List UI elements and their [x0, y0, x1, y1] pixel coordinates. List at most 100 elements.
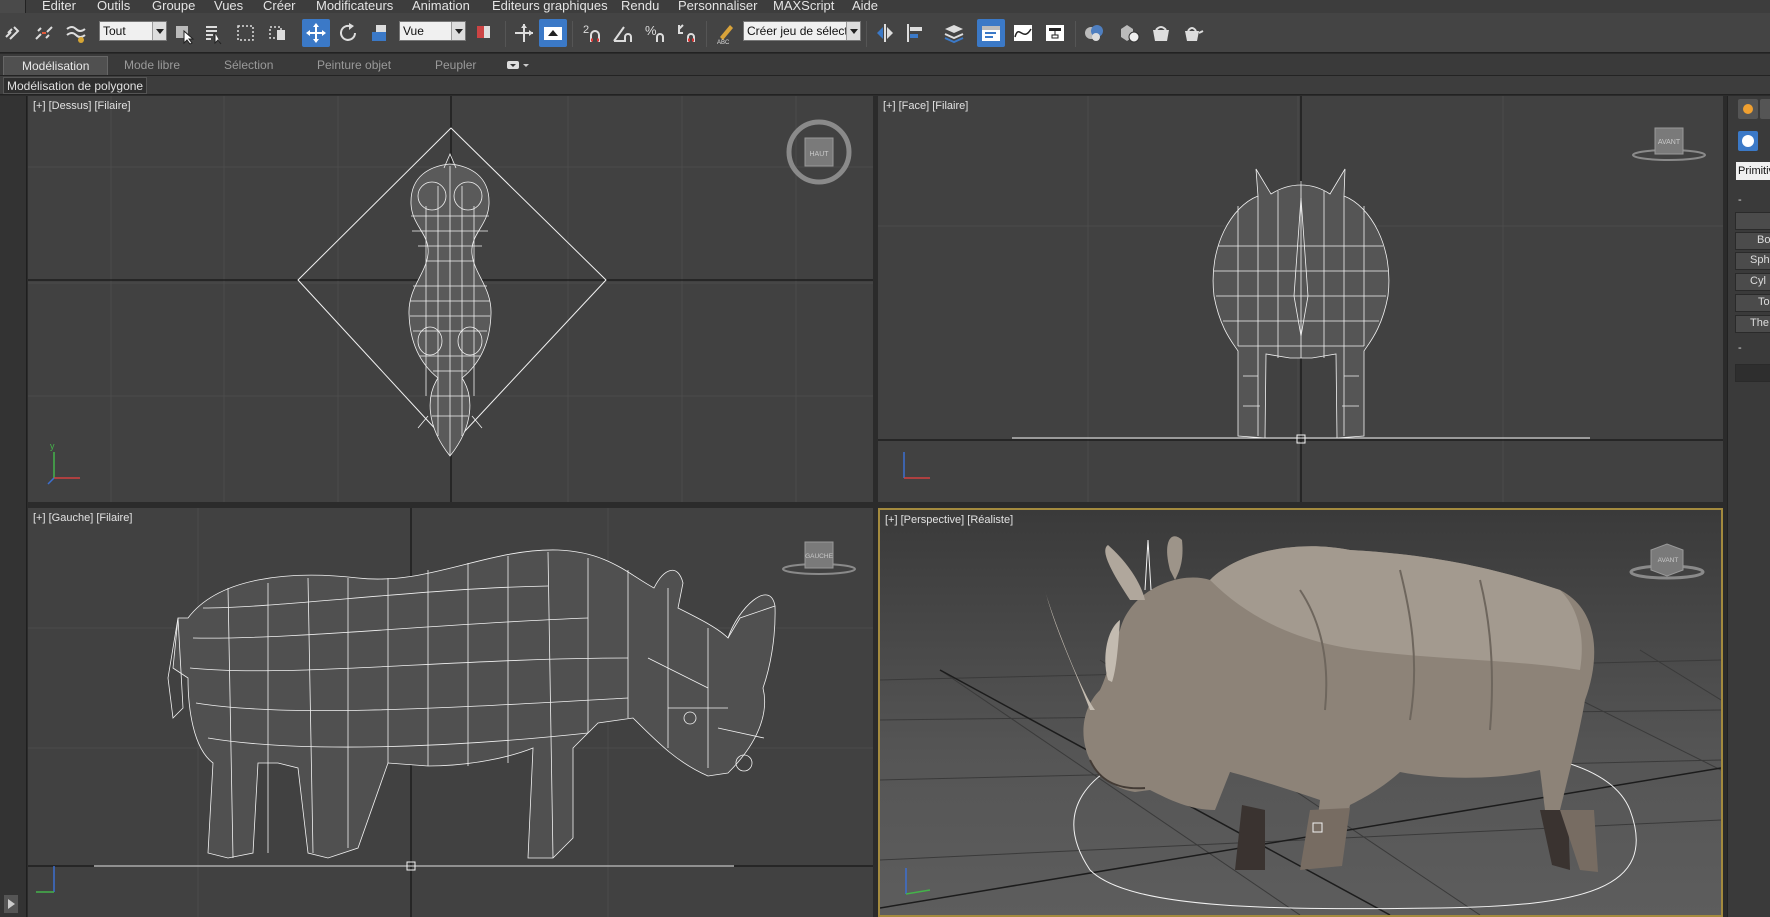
viewport-left[interactable]: [+] [Gauche] [Filaire] GAUCHE	[28, 508, 873, 917]
viewport-front-label[interactable]: [+] [Face] [Filaire]	[883, 100, 968, 112]
app-logo[interactable]	[0, 0, 26, 13]
toolbar-divider	[572, 21, 573, 47]
tab-selection[interactable]: Sélection	[206, 56, 291, 75]
viewport-menu-plus[interactable]: [+]	[33, 100, 46, 112]
render-production-icon[interactable]	[1180, 19, 1208, 47]
polygon-modeling-panel[interactable]: Modélisation de polygone	[3, 77, 148, 94]
viewport-perspective[interactable]: [+] [Perspective] [Réaliste] AVANT	[878, 508, 1723, 917]
rollout-collapse-icon[interactable]: -	[1738, 342, 1742, 354]
name-color-field[interactable]	[1735, 364, 1770, 382]
menu-editer[interactable]: Editer	[42, 0, 76, 13]
axis-tripod	[36, 866, 55, 893]
named-selection-dropdown[interactable]: Créer jeu de sélecti	[743, 21, 861, 41]
viewport-view-name[interactable]: [Gauche]	[49, 512, 94, 524]
window-crossing-icon[interactable]	[264, 19, 292, 47]
toolbar-divider	[1075, 21, 1076, 47]
viewcube-top[interactable]: HAUT	[783, 116, 855, 191]
ribbon-panel-bar: Modélisation de polygone	[0, 76, 1770, 95]
viewcube-front[interactable]: AVANT	[1629, 122, 1709, 175]
percent-snap-icon[interactable]: %	[641, 19, 669, 47]
viewport-shading-mode[interactable]: [Réaliste]	[967, 514, 1013, 526]
viewport-shading-mode[interactable]: [Filaire]	[96, 512, 132, 524]
sphere-button[interactable]: Sph	[1735, 252, 1770, 270]
viewcube-perspective[interactable]: AVANT	[1627, 538, 1707, 591]
menu-animation[interactable]: Animation	[412, 0, 470, 13]
scale-tool-icon[interactable]	[366, 19, 394, 47]
tab-mode-libre[interactable]: Mode libre	[106, 56, 198, 75]
link-icon[interactable]	[0, 19, 28, 47]
spinner-snap-icon[interactable]	[672, 19, 700, 47]
modify-tab-icon[interactable]	[1760, 99, 1770, 119]
keyboard-shortcut-override-icon[interactable]	[539, 19, 567, 47]
chevron-down-icon	[846, 22, 860, 40]
mirror-icon[interactable]	[871, 19, 899, 47]
sphere-button-label: Sph	[1750, 254, 1770, 266]
cylinder-button[interactable]: Cyl	[1735, 273, 1770, 291]
menu-personnaliser[interactable]: Personnaliser	[678, 0, 758, 13]
viewport-top-label[interactable]: [+] [Dessus] [Filaire]	[33, 100, 131, 112]
render-frame-window-icon[interactable]	[1147, 19, 1175, 47]
object-box-button[interactable]: Bo	[1735, 232, 1770, 250]
layer-manager-icon[interactable]	[940, 19, 968, 47]
select-by-name-icon[interactable]	[200, 19, 228, 47]
viewcube-front-label: AVANT	[1658, 139, 1681, 146]
ribbon-options-icon[interactable]	[506, 59, 530, 71]
align-icon[interactable]	[902, 19, 930, 47]
material-editor-icon[interactable]	[1080, 19, 1108, 47]
menu-rendu[interactable]: Rendu	[621, 0, 659, 13]
viewport-menu-plus[interactable]: [+]	[885, 514, 898, 526]
menu-groupe[interactable]: Groupe	[152, 0, 195, 13]
viewcube-left[interactable]: GAUCHE	[779, 536, 859, 589]
menu-modificateurs[interactable]: Modificateurs	[316, 0, 393, 13]
tab-peupler[interactable]: Peupler	[417, 56, 494, 75]
viewport-menu-plus[interactable]: [+]	[33, 512, 46, 524]
viewport-front[interactable]: [+] [Face] [Filaire] AVANT	[878, 96, 1723, 502]
angle-snap-icon[interactable]	[609, 19, 637, 47]
rect-selection-region-icon[interactable]	[232, 19, 260, 47]
teapot-button[interactable]: The	[1735, 315, 1770, 333]
torus-button[interactable]: To	[1735, 294, 1770, 312]
curve-editor-icon[interactable]	[1009, 19, 1037, 47]
scene-explorer-icon[interactable]	[977, 19, 1005, 47]
viewport-top[interactable]: y [+] [Dessus] [Filaire] HAUT	[28, 96, 873, 502]
object-type-dropdown[interactable]: Primitiv	[1736, 162, 1770, 180]
move-tool-icon[interactable]	[302, 19, 330, 47]
edit-named-selection-icon[interactable]: ABC	[712, 19, 740, 47]
named-selection-value: Créer jeu de sélecti	[747, 24, 851, 38]
teapot-button-label: The	[1750, 317, 1769, 329]
menu-maxscript[interactable]: MAXScript	[773, 0, 834, 13]
menu-editeurs-graphiques[interactable]: Editeurs graphiques	[492, 0, 608, 13]
render-setup-icon[interactable]	[1115, 19, 1143, 47]
rollout-collapse-icon[interactable]: -	[1738, 194, 1742, 206]
manipulate-icon[interactable]	[510, 19, 538, 47]
snaps-toggle-icon[interactable]: 2	[578, 19, 606, 47]
viewport-view-name[interactable]: [Perspective]	[901, 514, 965, 526]
expand-arrow-icon[interactable]	[4, 895, 18, 913]
schematic-view-icon[interactable]	[1041, 19, 1069, 47]
box-button[interactable]	[1735, 212, 1770, 230]
viewport-perspective-label[interactable]: [+] [Perspective] [Réaliste]	[885, 514, 1013, 526]
viewport-left-label[interactable]: [+] [Gauche] [Filaire]	[33, 512, 132, 524]
viewport-perspective-canvas	[880, 536, 1721, 915]
rotate-tool-icon[interactable]	[334, 19, 362, 47]
pivot-center-icon[interactable]	[470, 19, 498, 47]
tab-peinture-objet[interactable]: Peinture objet	[299, 56, 409, 75]
viewport-shading-mode[interactable]: [Filaire]	[94, 100, 130, 112]
create-tab-icon[interactable]	[1738, 99, 1758, 119]
box-button-label: Bo	[1757, 234, 1770, 246]
menu-outils[interactable]: Outils	[97, 0, 130, 13]
viewport-shading-mode[interactable]: [Filaire]	[932, 100, 968, 112]
menu-creer[interactable]: Créer	[263, 0, 296, 13]
select-object-icon[interactable]	[170, 19, 198, 47]
viewport-view-name[interactable]: [Face]	[899, 100, 930, 112]
viewport-view-name[interactable]: [Dessus]	[49, 100, 92, 112]
selection-filter-dropdown[interactable]: Tout	[99, 21, 167, 41]
unlink-icon[interactable]	[30, 19, 58, 47]
reference-coordinate-dropdown[interactable]: Vue	[399, 21, 466, 41]
menu-aide[interactable]: Aide	[852, 0, 878, 13]
menu-vues[interactable]: Vues	[214, 0, 243, 13]
bind-spacewarp-icon[interactable]	[62, 19, 90, 47]
geometry-category-icon[interactable]	[1738, 131, 1758, 151]
viewport-menu-plus[interactable]: [+]	[883, 100, 896, 112]
tab-modelisation[interactable]: Modélisation	[3, 56, 109, 75]
